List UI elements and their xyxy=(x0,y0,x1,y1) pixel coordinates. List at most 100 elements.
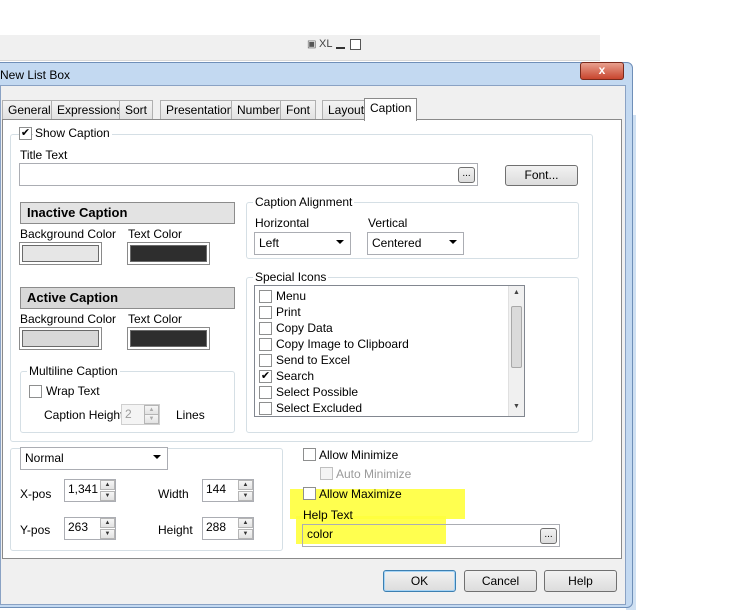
xpos-spinner[interactable]: 1,341 ▲ ▼ xyxy=(64,479,116,502)
spinner-up-icon[interactable]: ▲ xyxy=(100,518,115,528)
ypos-value: 263 xyxy=(68,520,89,534)
spinner-down-icon[interactable]: ▼ xyxy=(100,491,115,501)
list-item-copy-data[interactable]: Copy Data xyxy=(255,320,507,336)
active-text-color-swatch[interactable] xyxy=(127,327,210,350)
help-text-label: Help Text xyxy=(303,508,353,522)
help-button[interactable]: Help xyxy=(544,570,617,592)
list-item-menu[interactable]: Menu xyxy=(255,288,507,304)
list-item-label: Menu xyxy=(276,289,307,303)
lines-label: Lines xyxy=(176,408,205,422)
caption-height-value: 2 xyxy=(125,407,132,421)
show-caption-checkbox[interactable]: ✔ xyxy=(19,127,32,140)
title-text-input[interactable] xyxy=(19,163,478,186)
active-bg-color-swatch[interactable] xyxy=(19,327,102,350)
list-item-print[interactable]: Print xyxy=(255,304,507,320)
height-label: Height xyxy=(158,523,193,537)
horizontal-select[interactable]: Left xyxy=(254,232,351,255)
spinner-up-icon[interactable]: ▲ xyxy=(238,480,253,490)
select-excluded-checkbox[interactable] xyxy=(259,402,272,415)
xl-label: XL xyxy=(319,38,333,50)
ypos-spinner[interactable]: 263 ▲ ▼ xyxy=(64,517,116,540)
tab-general[interactable]: General xyxy=(2,100,57,120)
allow-minimize-checkbox[interactable] xyxy=(303,448,316,461)
tab-expressions[interactable]: Expressions xyxy=(51,100,129,120)
allow-minimize-label: Allow Minimize xyxy=(319,448,399,462)
allow-maximize-checkbox[interactable] xyxy=(303,487,316,500)
width-label: Width xyxy=(158,487,189,501)
vertical-select-value: Centered xyxy=(372,236,422,250)
dialog-title: New List Box xyxy=(0,68,71,82)
list-item-label: Print xyxy=(276,305,301,319)
wrap-text-label: Wrap Text xyxy=(46,384,100,398)
scroll-down-icon[interactable]: ▼ xyxy=(513,403,520,410)
ok-button[interactable]: OK xyxy=(383,570,456,592)
spinner-up-icon[interactable]: ▲ xyxy=(238,518,253,528)
list-item-label: Select Excluded xyxy=(276,401,363,415)
auto-minimize-checkbox xyxy=(320,467,333,480)
caption-height-label: Caption Height xyxy=(44,408,124,422)
caption-height-spinner: 2 ▲ ▼ xyxy=(121,404,160,425)
tab-number[interactable]: Number xyxy=(231,100,286,120)
copy-image-checkbox[interactable] xyxy=(259,338,272,351)
list-item-search[interactable]: ✔ Search xyxy=(255,368,507,384)
xpos-label: X-pos xyxy=(20,487,52,501)
list-item-send-to-excel[interactable]: Send to Excel xyxy=(255,352,507,368)
tab-sort[interactable]: Sort xyxy=(119,100,154,120)
horizontal-label: Horizontal xyxy=(255,216,310,230)
copy-data-checkbox[interactable] xyxy=(259,322,272,335)
select-possible-checkbox[interactable] xyxy=(259,386,272,399)
tab-presentation[interactable]: Presentation xyxy=(160,100,240,120)
list-item-label: Send to Excel xyxy=(276,353,351,367)
multiline-caption-heading: Multiline Caption xyxy=(27,364,120,378)
title-text-label: Title Text xyxy=(20,148,68,162)
spinner-up-icon[interactable]: ▲ xyxy=(100,480,115,490)
chevron-down-icon xyxy=(336,240,344,244)
tab-layout[interactable]: Layout xyxy=(322,100,371,120)
search-checkbox[interactable]: ✔ xyxy=(259,370,272,383)
title-text-browse-button[interactable]: ... xyxy=(458,167,475,183)
inactive-text-color-label: Text Color xyxy=(128,227,183,241)
minimize-icon[interactable] xyxy=(336,47,345,49)
active-bg-color-label: Background Color xyxy=(20,312,117,326)
scroll-thumb[interactable] xyxy=(511,306,522,368)
inactive-bg-color-swatch[interactable] xyxy=(19,242,102,265)
inactive-text-color-swatch[interactable] xyxy=(127,242,210,265)
special-icons-heading: Special Icons xyxy=(253,270,329,284)
help-text-browse-button[interactable]: ... xyxy=(540,528,557,544)
font-button[interactable]: Font... xyxy=(505,165,578,186)
list-item-copy-image[interactable]: Copy Image to Clipboard xyxy=(255,336,507,352)
menu-checkbox[interactable] xyxy=(259,290,272,303)
wrap-text-checkbox[interactable] xyxy=(29,385,42,398)
ypos-label: Y-pos xyxy=(20,523,51,537)
spinner-down-icon[interactable]: ▼ xyxy=(238,491,253,501)
active-caption-heading: Active Caption xyxy=(20,287,235,309)
special-icons-scrollbar[interactable]: ▲ ▼ xyxy=(508,286,524,416)
close-button[interactable]: x xyxy=(580,62,624,80)
list-item-label: Copy Image to Clipboard xyxy=(276,337,409,351)
cancel-button[interactable]: Cancel xyxy=(464,570,537,592)
background-app-toolbar xyxy=(0,35,600,61)
height-spinner[interactable]: 288 ▲ ▼ xyxy=(202,517,254,540)
send-to-excel-checkbox[interactable] xyxy=(259,354,272,367)
help-text-input[interactable]: color xyxy=(302,524,560,547)
active-text-color-label: Text Color xyxy=(128,312,183,326)
spinner-down-icon[interactable]: ▼ xyxy=(238,529,253,539)
tab-font[interactable]: Font xyxy=(280,100,317,120)
width-spinner[interactable]: 144 ▲ ▼ xyxy=(202,479,254,502)
list-item-select-possible[interactable]: Select Possible xyxy=(255,384,507,400)
print-checkbox[interactable] xyxy=(259,306,272,319)
vertical-select[interactable]: Centered xyxy=(367,232,464,255)
spinner-down-icon[interactable]: ▼ xyxy=(100,529,115,539)
window-state-value: Normal xyxy=(25,451,64,465)
scroll-up-icon[interactable]: ▲ xyxy=(513,289,520,296)
maximize-icon[interactable] xyxy=(350,39,361,50)
auto-minimize-label: Auto Minimize xyxy=(336,467,412,481)
horizontal-select-value: Left xyxy=(259,236,280,250)
list-item-select-excluded[interactable]: Select Excluded xyxy=(255,400,507,416)
inactive-caption-heading: Inactive Caption xyxy=(20,202,235,224)
caption-alignment-heading: Caption Alignment xyxy=(253,195,355,209)
special-icons-list[interactable]: Menu Print Copy Data Copy Image to Clipb… xyxy=(254,285,525,417)
spinner-down-icon: ▼ xyxy=(144,414,159,424)
tab-caption[interactable]: Caption xyxy=(364,98,418,121)
window-state-select[interactable]: Normal xyxy=(20,447,168,470)
